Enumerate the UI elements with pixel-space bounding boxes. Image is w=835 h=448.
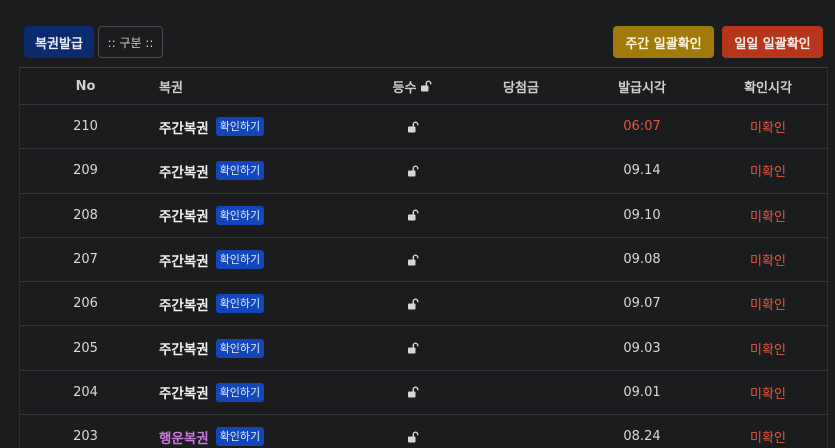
row-issued-at: 09.03	[623, 340, 661, 356]
ticket-table: No 복권 등수 당첨금 발급시각 확인시각 210 주간복권 확인하기 06:07 미…	[19, 67, 828, 448]
row-ticket: 주간복권 확인하기	[159, 238, 369, 281]
row-issued-at: 09.01	[623, 384, 661, 400]
row-checked-at: 미확인	[750, 254, 786, 270]
table-row: 208 주간복권 확인하기 09.10 미확인	[20, 194, 827, 238]
row-checked-at: 미확인	[750, 165, 786, 181]
row-no: 204	[73, 384, 98, 400]
ticket-name: 주간복권	[159, 120, 209, 137]
unlock-icon	[407, 121, 418, 133]
row-no: 203	[73, 429, 98, 445]
row-prize	[467, 415, 575, 448]
header-ticket: 복권	[159, 80, 183, 96]
unlock-icon	[407, 386, 418, 398]
row-issued-at: 09.08	[623, 252, 661, 268]
table-row: 205 주간복권 확인하기 09.03 미확인	[20, 326, 827, 371]
row-rank[interactable]	[360, 415, 465, 448]
check-ticket-button[interactable]: 확인하기	[215, 205, 265, 225]
row-issued-at: 06:07	[623, 119, 661, 135]
check-ticket-button[interactable]: 확인하기	[215, 161, 265, 181]
header-no: No	[75, 78, 96, 94]
unlock-icon	[407, 431, 418, 443]
row-checked-at: 미확인	[750, 342, 786, 358]
row-ticket: 주간복권 확인하기	[159, 371, 369, 414]
row-prize	[467, 282, 575, 325]
row-ticket: 주간복권 확인하기	[159, 105, 369, 148]
category-select[interactable]: :: 구분 ::	[98, 26, 163, 58]
header-checked-at: 확인시각	[744, 80, 792, 96]
daily-bulk-confirm-button[interactable]: 일일 일괄확인	[722, 26, 823, 58]
row-no: 206	[73, 296, 98, 312]
row-issued-at: 08.24	[623, 429, 661, 445]
row-ticket: 주간복권 확인하기	[159, 194, 369, 237]
row-checked-at: 미확인	[750, 386, 786, 402]
row-issued-at: 09.07	[623, 296, 661, 312]
header-prize: 당첨금	[503, 80, 539, 96]
ticket-name: 주간복권	[159, 164, 209, 181]
table-header-row: No 복권 등수 당첨금 발급시각 확인시각	[20, 68, 827, 105]
unlock-icon	[421, 80, 432, 92]
row-rank[interactable]	[360, 194, 465, 237]
table-row: 207 주간복권 확인하기 09.08 미확인	[20, 238, 827, 283]
table-row: 204 주간복권 확인하기 09.01 미확인	[20, 371, 827, 416]
row-prize	[467, 105, 575, 148]
row-prize	[467, 326, 575, 369]
row-no: 205	[73, 340, 98, 356]
row-checked-at: 미확인	[750, 298, 786, 314]
row-rank[interactable]	[360, 238, 465, 281]
row-no: 207	[73, 252, 98, 268]
check-ticket-button[interactable]: 확인하기	[215, 117, 265, 137]
table-row: 209 주간복권 확인하기 09.14 미확인	[20, 149, 827, 194]
row-prize	[467, 238, 575, 281]
table-row: 203 행운복권 확인하기 08.24 미확인	[20, 415, 827, 448]
row-rank[interactable]	[360, 105, 465, 148]
row-rank[interactable]	[360, 282, 465, 325]
unlock-icon	[407, 342, 418, 354]
lottery-ticket-page: 복권발급 :: 구분 :: 주간 일괄확인 일일 일괄확인 No 복권 등수 당…	[0, 0, 835, 448]
row-rank[interactable]	[360, 326, 465, 369]
header-issued-at: 발급시각	[618, 80, 666, 96]
ticket-name: 주간복권	[159, 386, 209, 403]
header-rank-label: 등수	[392, 80, 417, 96]
ticket-name: 주간복권	[159, 253, 209, 270]
check-ticket-button[interactable]: 확인하기	[215, 338, 265, 358]
unlock-icon	[407, 254, 418, 266]
row-ticket: 주간복권 확인하기	[159, 326, 369, 369]
check-ticket-button[interactable]: 확인하기	[215, 294, 265, 314]
row-ticket: 행운복권 확인하기	[159, 415, 369, 448]
row-ticket: 주간복권 확인하기	[159, 149, 369, 192]
row-no: 210	[73, 119, 98, 135]
unlock-icon	[407, 165, 418, 177]
row-no: 209	[73, 163, 98, 179]
check-ticket-button[interactable]: 확인하기	[215, 382, 265, 402]
check-ticket-button[interactable]: 확인하기	[215, 250, 265, 270]
ticket-name: 주간복권	[159, 297, 209, 314]
row-prize	[467, 371, 575, 414]
row-prize	[467, 149, 575, 192]
row-prize	[467, 194, 575, 237]
table-body: 210 주간복권 확인하기 06:07 미확인 209 주간복권 확인하기 09.14 미확인 20…	[20, 105, 827, 448]
toolbar: 복권발급 :: 구분 :: 주간 일괄확인 일일 일괄확인	[0, 0, 835, 66]
row-rank[interactable]	[360, 371, 465, 414]
row-no: 208	[73, 207, 98, 223]
row-checked-at: 미확인	[750, 209, 786, 225]
unlock-icon	[407, 298, 418, 310]
ticket-name: 주간복권	[159, 209, 209, 226]
row-issued-at: 09.10	[623, 207, 661, 223]
row-checked-at: 미확인	[750, 121, 786, 137]
row-ticket: 주간복권 확인하기	[159, 282, 369, 325]
weekly-bulk-confirm-button[interactable]: 주간 일괄확인	[613, 26, 714, 58]
ticket-name: 행운복권	[159, 430, 209, 447]
row-checked-at: 미확인	[750, 431, 786, 447]
row-rank[interactable]	[360, 149, 465, 192]
unlock-icon	[407, 209, 418, 221]
issue-ticket-button[interactable]: 복권발급	[24, 26, 94, 58]
row-issued-at: 09.14	[623, 163, 661, 179]
ticket-name: 주간복권	[159, 342, 209, 359]
check-ticket-button[interactable]: 확인하기	[215, 427, 265, 447]
table-row: 210 주간복권 확인하기 06:07 미확인	[20, 105, 827, 150]
header-rank[interactable]: 등수	[360, 68, 465, 104]
table-row: 206 주간복권 확인하기 09.07 미확인	[20, 282, 827, 327]
